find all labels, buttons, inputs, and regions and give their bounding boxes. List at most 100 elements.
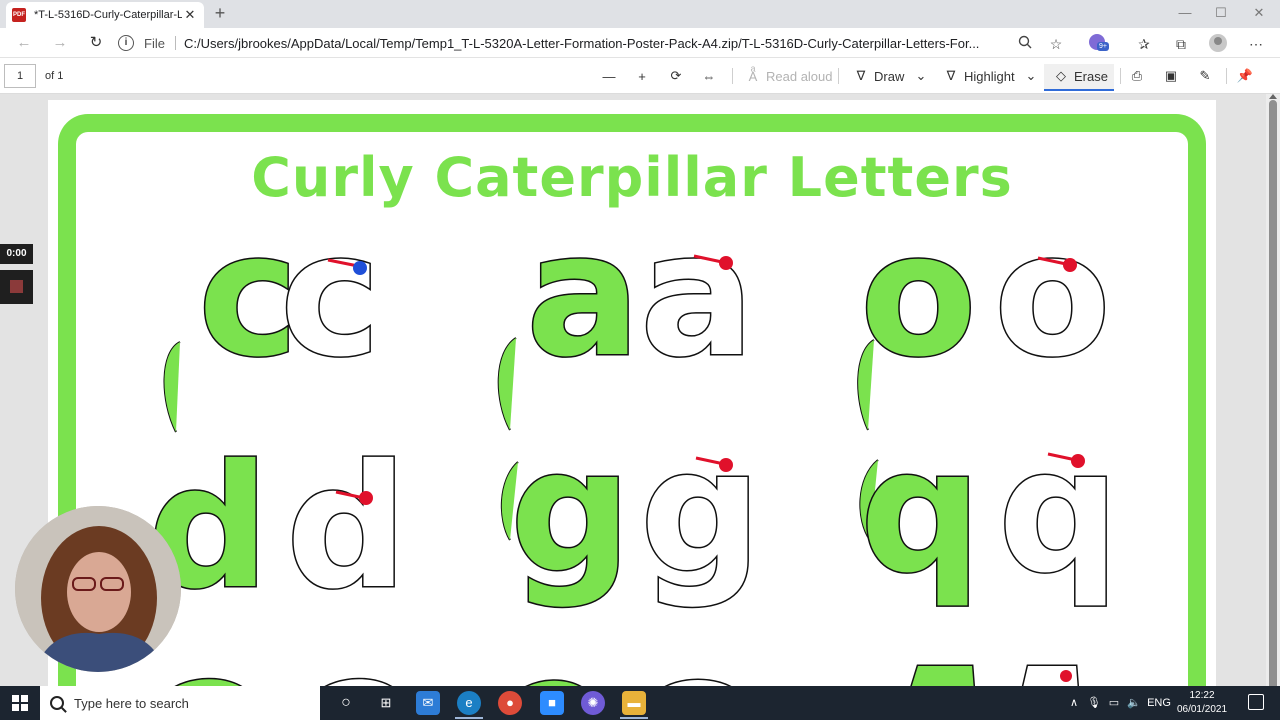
toolbar-divider (1226, 68, 1227, 84)
outline-letter-a: a (640, 197, 755, 395)
stop-recording-button[interactable] (0, 270, 33, 304)
highlight-icon: ∇ (946, 68, 956, 83)
read-aloud-icon: Aͣ (748, 68, 758, 84)
windows-start-icon[interactable] (12, 695, 28, 711)
profile-avatar-icon[interactable] (1209, 34, 1227, 52)
clock[interactable]: 12:22 06/01/2021 (1172, 689, 1232, 717)
more-menu-icon[interactable]: ⋯ (1245, 33, 1267, 55)
start-dot-red (719, 458, 733, 472)
letter-pair-o: o o (857, 196, 1112, 431)
start-dot-red (719, 256, 733, 270)
letter-pair-c: c c (163, 196, 382, 433)
zoom-icon[interactable] (1014, 33, 1036, 55)
url-text[interactable]: C:/Users/jbrookes/AppData/Local/Temp/Tem… (184, 36, 1070, 51)
refresh-icon[interactable]: ↻ (84, 32, 108, 54)
tray-expand-icon[interactable]: ∧ (1066, 686, 1082, 720)
close-window-button[interactable]: ✕ (1240, 0, 1278, 28)
draw-options-chevron-icon[interactable]: ⌄ (912, 65, 934, 87)
letter-pair-g: g g (500, 412, 763, 613)
settings-app-icon[interactable]: ✺ (581, 691, 605, 715)
highlight-label: Highlight (964, 68, 1015, 84)
draw-icon: ∇ (856, 68, 866, 83)
language-indicator[interactable]: ENG (1146, 686, 1172, 720)
webcam-overlay (15, 506, 181, 672)
outline-letter-d: d (286, 429, 408, 627)
read-aloud-button[interactable]: Aͣ Read aloud (744, 65, 833, 87)
taskbar-search-box[interactable]: Type here to search (40, 686, 320, 720)
save-as-icon[interactable]: ✎ (1196, 65, 1218, 87)
save-icon[interactable]: ▣ (1162, 65, 1184, 87)
tab-strip: PDF *T-L-5316D-Curly-Caterpillar-Let ✕ +… (0, 0, 1280, 28)
back-icon[interactable]: ← (12, 32, 36, 54)
toolbar-divider (1120, 68, 1121, 84)
new-tab-button[interactable]: + (210, 4, 230, 24)
fit-page-icon[interactable]: ⇔ (700, 65, 722, 87)
letter-illustrations: c c a a o o d d g g q q (147, 196, 1122, 686)
highlight-button[interactable]: ∇ Highlight (942, 65, 1015, 87)
letter-pair-q: q q (859, 412, 1122, 613)
draw-button[interactable]: ∇ Draw (852, 65, 905, 87)
favorites-icon[interactable]: ✰ (1133, 33, 1155, 55)
scrollbar-thumb[interactable] (1269, 100, 1277, 690)
pdf-icon: PDF (12, 8, 26, 22)
address-bar: ← → ↻ i File C:/Users/jbrookes/AppData/L… (0, 28, 1280, 58)
tab-title: *T-L-5316D-Curly-Caterpillar-Let (34, 9, 182, 21)
clock-time: 12:22 (1189, 690, 1215, 701)
letter-pair-d: d d (147, 428, 410, 629)
filled-letter-q: q (860, 413, 982, 611)
info-icon[interactable]: i (118, 35, 134, 51)
start-dot-red (359, 491, 373, 505)
highlight-options-chevron-icon[interactable]: ⌄ (1022, 65, 1044, 87)
minimize-button[interactable]: — (1166, 0, 1204, 28)
next-row-partial (174, 664, 1080, 686)
read-aloud-label: Read aloud (766, 68, 833, 84)
outline-letter-g: g (640, 413, 762, 611)
browser-tab[interactable]: PDF *T-L-5316D-Curly-Caterpillar-Let ✕ (6, 2, 204, 28)
print-icon[interactable]: ⎙ (1128, 65, 1150, 87)
eraser-icon: ◇ (1056, 68, 1066, 83)
clock-date: 06/01/2021 (1176, 704, 1228, 715)
microphone-icon[interactable]: 🎙 (1086, 686, 1102, 720)
pdf-viewer[interactable]: Curly Caterpillar Letters c c a a o o d … (0, 94, 1266, 686)
outline-letter-q: q (998, 413, 1120, 611)
volume-icon[interactable]: 🔈 (1126, 686, 1142, 720)
rotate-icon[interactable]: ⟳ (667, 65, 689, 87)
edge-icon[interactable]: e (457, 691, 481, 715)
task-view-icon[interactable]: ⊞ (374, 691, 398, 715)
page-number-input[interactable]: 1 (4, 64, 36, 88)
scroll-up-icon[interactable] (1269, 94, 1277, 99)
page-count: of 1 (45, 70, 64, 82)
url-field[interactable]: i File C:/Users/jbrookes/AppData/Local/T… (118, 31, 1070, 55)
draw-label: Draw (874, 68, 905, 84)
pin-toolbar-icon[interactable]: 📌 (1236, 65, 1258, 87)
zoom-app-icon[interactable]: ■ (540, 691, 564, 715)
mail-icon[interactable]: ✉ (416, 691, 440, 715)
favorite-star-icon[interactable]: ☆ (1045, 33, 1067, 55)
caterpillar-icon (163, 341, 181, 433)
forward-icon[interactable]: → (48, 32, 72, 54)
file-scheme-label: File (144, 35, 165, 51)
erase-button[interactable]: ◇ Erase (1052, 65, 1108, 87)
battery-icon[interactable]: ▭ (1106, 686, 1122, 720)
extension-icon[interactable]: 9+ (1089, 34, 1109, 52)
notification-center-icon[interactable] (1248, 694, 1264, 710)
cortana-icon[interactable]: ○ (334, 691, 358, 715)
extension-badge: 9+ (1097, 42, 1109, 51)
chrome-icon[interactable]: ● (498, 691, 522, 715)
zoom-out-icon[interactable]: — (600, 65, 622, 87)
zoom-in-icon[interactable]: + (633, 65, 655, 87)
filled-letter-a: a (526, 197, 641, 395)
outline-letter-o: o (994, 197, 1111, 395)
collections-icon[interactable]: ⧉ (1170, 33, 1192, 55)
running-indicator (620, 717, 648, 719)
outline-letter-c: c (280, 197, 381, 395)
vertical-scrollbar[interactable] (1266, 94, 1280, 690)
stop-icon (10, 280, 23, 293)
file-explorer-icon[interactable]: ▬ (622, 691, 646, 715)
maximize-button[interactable]: ☐ (1202, 0, 1240, 28)
filled-letter-g: g (510, 413, 632, 611)
close-tab-icon[interactable]: ✕ (182, 7, 198, 23)
filled-letter-o: o (860, 197, 977, 395)
search-icon (50, 696, 64, 710)
erase-label: Erase (1074, 68, 1108, 84)
